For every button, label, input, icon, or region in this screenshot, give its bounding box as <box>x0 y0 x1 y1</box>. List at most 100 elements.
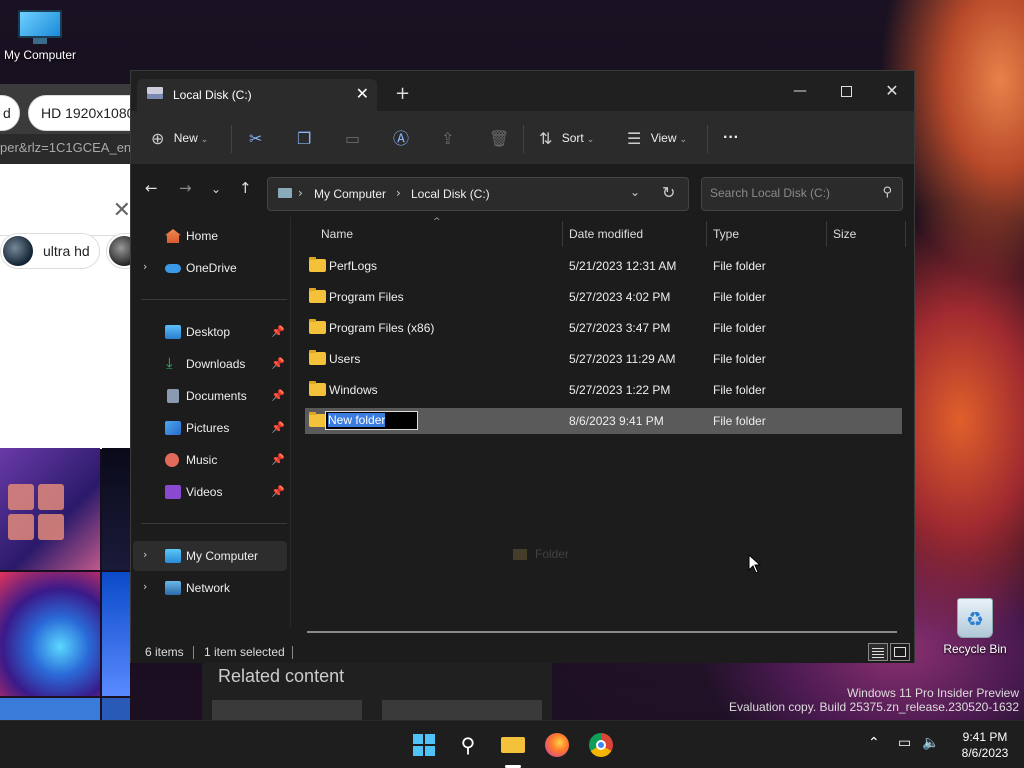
search-chip-ultra-hd[interactable]: ultra hd <box>0 233 100 269</box>
search-input[interactable] <box>710 186 870 200</box>
image-thumbnail[interactable] <box>0 572 100 696</box>
taskbar-firefox[interactable] <box>541 729 573 761</box>
related-item[interactable] <box>382 700 542 720</box>
explorer-tab[interactable]: Local Disk (C:) ✕ <box>137 79 377 111</box>
clock[interactable]: 9:41 PM 8/6/2023 <box>950 729 1020 761</box>
pin-icon[interactable]: 📌 <box>271 357 285 370</box>
sidebar-item-pictures[interactable]: Pictures 📌 <box>133 413 287 443</box>
rename-button[interactable]: Ⓐ <box>393 125 409 151</box>
sidebar-item-network[interactable]: › Network <box>133 573 287 603</box>
refresh-icon[interactable]: ↻ <box>662 183 675 202</box>
sidebar-item-videos[interactable]: Videos 📌 <box>133 477 287 507</box>
table-row[interactable]: Windows 5/27/2023 1:22 PM File folder <box>305 377 902 403</box>
share-button[interactable]: ⇪ <box>441 125 454 151</box>
column-header-name[interactable]: Name <box>321 227 353 241</box>
image-thumbnail[interactable] <box>102 448 130 570</box>
column-divider[interactable] <box>826 221 827 247</box>
maximize-button[interactable] <box>823 77 869 105</box>
table-row[interactable]: PerfLogs 5/21/2023 12:31 AM File folder <box>305 253 902 279</box>
related-item[interactable] <box>212 700 362 720</box>
sidebar-item-onedrive[interactable]: › OneDrive <box>133 253 287 283</box>
column-header-date-modified[interactable]: Date modified <box>569 227 643 241</box>
my-computer-desktop-icon[interactable]: My Computer <box>0 10 80 62</box>
breadcrumb-chevron-icon[interactable]: › <box>298 186 303 200</box>
image-thumbnail[interactable] <box>0 698 100 720</box>
pin-icon[interactable]: 📌 <box>271 389 285 402</box>
sidebar-item-label: OneDrive <box>186 261 237 275</box>
cut-button[interactable]: ✂ <box>249 125 262 151</box>
sort-label: Sort <box>561 131 584 145</box>
sidebar-item-downloads[interactable]: ⤓ Downloads 📌 <box>133 349 287 379</box>
sidebar-item-my-computer[interactable]: › My Computer <box>133 541 287 571</box>
sidebar-item-desktop[interactable]: Desktop 📌 <box>133 317 287 347</box>
pin-icon[interactable]: 📌 <box>271 453 285 466</box>
details-view-button[interactable] <box>868 643 888 661</box>
table-row[interactable]: Program Files (x86) 5/27/2023 3:47 PM Fi… <box>305 315 902 341</box>
start-button[interactable] <box>408 729 440 761</box>
recycle-bin-desktop-icon[interactable]: Recycle Bin <box>935 598 1015 656</box>
volume-icon[interactable]: 🔈 <box>922 735 939 751</box>
copy-button[interactable]: ❐ <box>297 125 311 151</box>
file-date: 5/27/2023 1:22 PM <box>569 383 671 397</box>
search-box[interactable]: ⚲ <box>701 177 903 211</box>
table-row[interactable]: Users 5/27/2023 11:29 AM File folder <box>305 346 902 372</box>
up-arrow-icon[interactable]: ↑ <box>239 179 252 197</box>
taskbar-file-explorer[interactable] <box>497 729 529 768</box>
browser-url-bar[interactable]: per&rlz=1C1GCEA_en <box>0 134 135 164</box>
chip-label: ultra hd <box>43 243 90 259</box>
taskbar-chrome[interactable] <box>585 729 617 761</box>
new-tab-button[interactable]: + <box>395 83 410 104</box>
sort-button[interactable]: ⇅ Sort ⌄ <box>539 125 594 151</box>
sidebar-item-home[interactable]: Home <box>133 221 287 251</box>
delete-button[interactable]: 🗑 <box>489 125 509 151</box>
pin-icon[interactable]: 📌 <box>271 485 285 498</box>
document-icon <box>167 389 179 403</box>
browser-search-box[interactable]: ✕ <box>0 176 135 236</box>
column-header-type[interactable]: Type <box>713 227 739 241</box>
breadcrumb-chevron-icon[interactable]: › <box>396 186 401 200</box>
sidebar-item-documents[interactable]: Documents 📌 <box>133 381 287 411</box>
rename-input[interactable]: New folder <box>325 411 418 430</box>
paste-button[interactable]: ▭ <box>345 125 360 151</box>
back-arrow-icon[interactable]: ← <box>145 179 158 197</box>
clear-search-icon[interactable]: ✕ <box>113 198 131 223</box>
column-divider[interactable] <box>706 221 707 247</box>
image-thumbnail[interactable] <box>0 448 100 570</box>
expand-chevron-icon[interactable]: › <box>143 260 147 273</box>
pin-icon[interactable]: 📌 <box>271 421 285 434</box>
minimize-button[interactable]: — <box>777 77 823 105</box>
view-button[interactable]: ☰ View ⌄ <box>627 125 687 151</box>
breadcrumb-my-computer[interactable]: My Computer <box>314 187 386 201</box>
command-bar: ⊕ New ⌄ ✂ ❐ ▭ Ⓐ ⇪ 🗑 ⇅ Sort ⌄ ☰ View ⌄ ··· <box>131 111 914 165</box>
sidebar-item-label: Documents <box>186 389 247 403</box>
image-thumbnail[interactable] <box>102 572 130 696</box>
video-icon <box>165 485 181 499</box>
close-window-button[interactable]: ✕ <box>869 77 915 105</box>
recent-locations-icon[interactable]: ⌄ <box>211 182 221 196</box>
column-header-size[interactable]: Size <box>833 227 856 241</box>
horizontal-scrollbar[interactable] <box>307 631 897 633</box>
expand-chevron-icon[interactable]: › <box>143 548 147 561</box>
address-bar[interactable]: › My Computer › Local Disk (C:) ⌄ ↻ <box>267 177 689 211</box>
pin-icon[interactable]: 📌 <box>271 325 285 338</box>
show-hidden-icons-chevron-icon[interactable]: ⌃ <box>868 735 880 751</box>
network-tray-icon[interactable]: ▭ <box>898 735 911 751</box>
image-thumbnail[interactable] <box>102 698 130 720</box>
table-row-selected[interactable]: New folder 8/6/2023 9:41 PM File folder <box>305 408 902 434</box>
address-dropdown-icon[interactable]: ⌄ <box>630 185 640 199</box>
breadcrumb-local-disk[interactable]: Local Disk (C:) <box>411 187 490 201</box>
column-divider[interactable] <box>562 221 563 247</box>
taskbar-search-icon[interactable]: ⚲ <box>452 729 484 761</box>
large-icons-view-button[interactable] <box>890 643 910 661</box>
forward-arrow-icon[interactable]: → <box>179 179 192 197</box>
close-tab-icon[interactable]: ✕ <box>356 84 369 103</box>
more-options-button[interactable]: ··· <box>723 125 739 151</box>
sidebar-item-music[interactable]: Music 📌 <box>133 445 287 475</box>
new-button[interactable]: ⊕ New ⌄ <box>151 125 208 151</box>
title-bar[interactable]: Local Disk (C:) ✕ + — ✕ <box>131 71 914 111</box>
expand-chevron-icon[interactable]: › <box>143 580 147 593</box>
table-row[interactable]: Program Files 5/27/2023 4:02 PM File fol… <box>305 284 902 310</box>
search-icon[interactable]: ⚲ <box>882 185 892 200</box>
browser-page: ✕ <box>0 164 135 449</box>
column-divider[interactable] <box>905 221 906 247</box>
